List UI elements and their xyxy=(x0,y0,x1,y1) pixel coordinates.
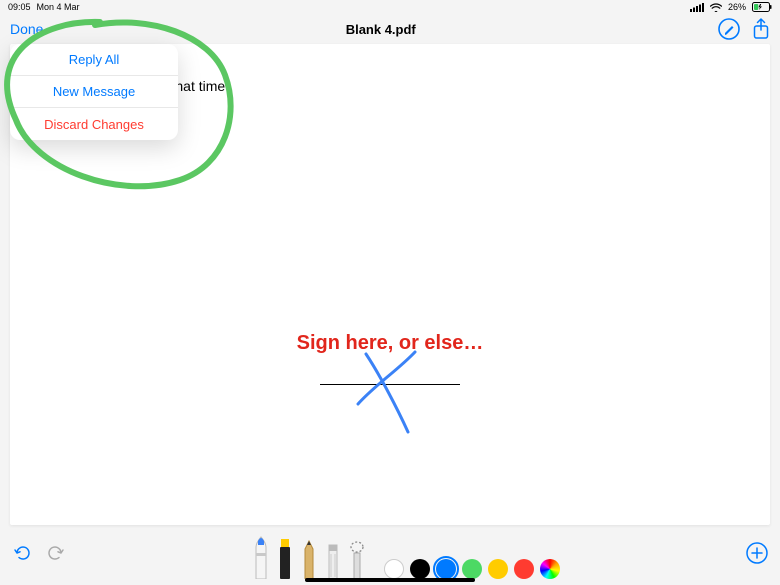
sign-here-text: Sign here, or else… xyxy=(10,332,770,355)
markup-pen-button[interactable] xyxy=(718,18,740,40)
signature-line xyxy=(320,384,460,385)
lasso-tool[interactable] xyxy=(348,539,366,579)
done-popover-menu: Reply All New Message Discard Changes xyxy=(10,44,178,140)
battery-icon xyxy=(752,2,772,12)
color-white[interactable] xyxy=(384,559,404,579)
status-time: 09:05 xyxy=(8,2,31,12)
color-red[interactable] xyxy=(514,559,534,579)
color-black[interactable] xyxy=(410,559,430,579)
add-annotation-button[interactable] xyxy=(746,542,768,569)
pencil-tool[interactable] xyxy=(300,539,318,579)
wifi-icon xyxy=(710,3,722,12)
popover-new-message[interactable]: New Message xyxy=(10,76,178,108)
popover-reply-all[interactable]: Reply All xyxy=(10,44,178,76)
color-yellow[interactable] xyxy=(488,559,508,579)
redo-button[interactable] xyxy=(46,543,66,568)
markup-toolbar xyxy=(0,525,780,585)
undo-button[interactable] xyxy=(12,543,32,568)
status-date: Mon 4 Mar xyxy=(37,2,80,12)
document-title: Blank 4.pdf xyxy=(346,22,416,37)
share-button[interactable] xyxy=(752,18,770,40)
tool-palette xyxy=(252,531,560,579)
home-indicator[interactable] xyxy=(305,578,475,582)
navigation-bar: Done Blank 4.pdf xyxy=(0,14,780,44)
status-bar: 09:05 Mon 4 Mar 26% xyxy=(0,0,780,14)
cellular-icon xyxy=(690,3,704,12)
color-blue[interactable] xyxy=(436,559,456,579)
pen-tool[interactable] xyxy=(252,533,270,579)
popover-discard-changes[interactable]: Discard Changes xyxy=(10,108,178,140)
battery-pct: 26% xyxy=(728,2,746,12)
color-picker-button[interactable] xyxy=(540,559,560,579)
marker-tool[interactable] xyxy=(276,539,294,579)
done-button[interactable]: Done xyxy=(10,21,43,37)
color-green[interactable] xyxy=(462,559,482,579)
eraser-tool[interactable] xyxy=(324,539,342,579)
